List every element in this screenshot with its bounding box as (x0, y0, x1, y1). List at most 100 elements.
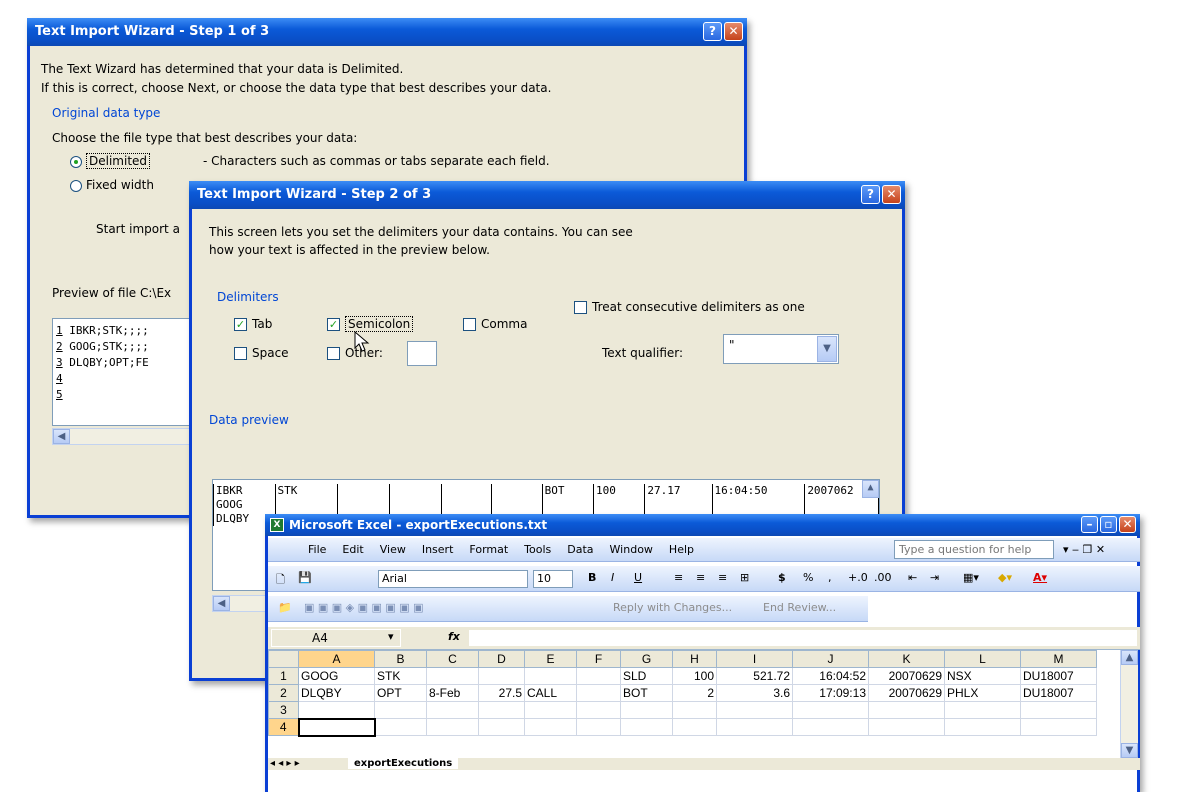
align-left-icon[interactable]: ≡ (674, 571, 683, 584)
column-header-c[interactable]: C (426, 650, 479, 668)
checkbox-empty-icon[interactable] (574, 301, 587, 314)
column-header-g[interactable]: G (620, 650, 673, 668)
preview-cell[interactable]: 16:04:50 (711, 484, 806, 498)
cell[interactable] (576, 718, 621, 736)
cell[interactable]: OPT (374, 684, 427, 702)
row-header[interactable]: 2 (268, 684, 299, 702)
step2-titlebar[interactable]: Text Import Wizard - Step 2 of 3 ? ✕ (189, 181, 905, 209)
close-icon[interactable]: ✕ (724, 22, 743, 41)
cell[interactable]: 17:09:13 (792, 684, 869, 702)
cell[interactable] (478, 718, 525, 736)
menu-item-file[interactable]: File (308, 543, 326, 556)
scroll-left-icon[interactable]: ◀ (213, 596, 230, 611)
cell[interactable]: BOT (620, 684, 673, 702)
cell[interactable] (868, 718, 945, 736)
cell[interactable] (374, 701, 427, 719)
cell[interactable] (576, 667, 621, 685)
decrease-indent-icon[interactable]: ⇤ (908, 571, 917, 584)
minimize-icon[interactable]: – (1081, 516, 1098, 533)
preview-cell[interactable] (441, 498, 493, 512)
checkbox-treat-consecutive[interactable]: Treat consecutive delimiters as one (574, 300, 805, 314)
font-color-icon[interactable]: A▾ (1033, 571, 1047, 584)
excel-vscrollbar[interactable]: ▲ ▼ (1120, 650, 1138, 758)
menu-item-tools[interactable]: Tools (524, 543, 551, 556)
row-header[interactable]: 3 (268, 701, 299, 719)
column-header-i[interactable]: I (716, 650, 793, 668)
underline-button[interactable]: U (634, 571, 642, 584)
name-box-dropdown-icon[interactable]: ▾ (388, 630, 394, 643)
cell[interactable] (524, 718, 577, 736)
step2-hscrollbar[interactable]: ◀ (212, 595, 272, 612)
preview-cell[interactable]: GOOG (213, 498, 276, 512)
column-header-b[interactable]: B (374, 650, 427, 668)
preview-cell[interactable] (337, 484, 391, 498)
preview-cell[interactable] (491, 498, 543, 512)
font-size-select[interactable]: 10 (533, 570, 573, 588)
menu-item-view[interactable]: View (380, 543, 406, 556)
preview-cell[interactable]: 100 (592, 484, 646, 498)
radio-on-icon[interactable] (70, 155, 82, 168)
row-header[interactable]: 4 (268, 718, 299, 736)
preview-cell[interactable] (337, 498, 391, 512)
italic-button[interactable]: I (611, 571, 614, 584)
cell[interactable] (426, 701, 479, 719)
menu-item-edit[interactable]: Edit (342, 543, 363, 556)
cell[interactable] (524, 667, 577, 685)
cell[interactable]: 8-Feb (426, 684, 479, 702)
scroll-up-icon[interactable]: ▲ (1121, 650, 1138, 665)
cell[interactable]: DU18007 (1020, 684, 1097, 702)
cell[interactable]: STK (374, 667, 427, 685)
menu-item-help[interactable]: Help (669, 543, 694, 556)
help-search-input[interactable]: Type a question for help (894, 540, 1054, 559)
menu-window-controls[interactable]: ▾ ‒ ❐ ✕ (1063, 543, 1105, 556)
cell[interactable] (426, 667, 479, 685)
menu-item-format[interactable]: Format (469, 543, 508, 556)
cell[interactable] (478, 667, 525, 685)
select-all-corner[interactable] (268, 650, 299, 668)
preview-cell[interactable]: BOT (541, 484, 594, 498)
cell[interactable]: 20070629 (868, 684, 945, 702)
column-header-d[interactable]: D (478, 650, 525, 668)
cell[interactable] (792, 701, 869, 719)
checkbox-comma[interactable]: Comma (463, 317, 527, 331)
cell[interactable]: 2 (672, 684, 717, 702)
function-icon[interactable]: fx (448, 630, 460, 643)
scroll-down-icon[interactable]: ▼ (1121, 743, 1138, 758)
column-header-f[interactable]: F (576, 650, 621, 668)
cell[interactable] (1020, 718, 1097, 736)
cell[interactable] (1020, 701, 1097, 719)
radio-delimited[interactable]: Delimited (70, 153, 151, 169)
cell[interactable] (672, 701, 717, 719)
decrease-decimal-icon[interactable]: .00 (874, 571, 892, 584)
folder-icon[interactable]: 📁 (278, 601, 292, 614)
close-icon[interactable]: ✕ (1119, 516, 1136, 533)
cell[interactable]: 3.6 (716, 684, 793, 702)
cell[interactable] (524, 701, 577, 719)
other-input[interactable] (407, 341, 437, 366)
scroll-left-icon[interactable]: ◀ (53, 429, 70, 444)
radio-fixed-width[interactable]: Fixed width (70, 178, 154, 192)
align-center-icon[interactable]: ≡ (696, 571, 705, 584)
excel-titlebar[interactable]: X Microsoft Excel - exportExecutions.txt… (265, 514, 1140, 536)
cell[interactable]: PHLX (944, 684, 1021, 702)
checkbox-space[interactable]: Space (234, 346, 289, 360)
sheet-tab[interactable]: exportExecutions (348, 758, 459, 769)
fill-color-icon[interactable]: ◆▾ (998, 571, 1012, 584)
cell[interactable] (298, 701, 375, 719)
merge-center-icon[interactable]: ⊞ (740, 571, 749, 584)
cell[interactable]: NSX (944, 667, 1021, 685)
align-right-icon[interactable]: ≡ (718, 571, 727, 584)
cell[interactable]: 20070629 (868, 667, 945, 685)
cell[interactable] (297, 717, 376, 737)
checkbox-tab[interactable]: ✓ Tab (234, 317, 272, 331)
preview-cell[interactable] (804, 498, 879, 512)
scroll-up-icon[interactable]: ▲ (862, 480, 879, 498)
bold-button[interactable]: B (588, 571, 596, 584)
cell[interactable]: 521.72 (716, 667, 793, 685)
column-header-m[interactable]: M (1020, 650, 1097, 668)
checkmark-icon[interactable]: ✓ (234, 318, 247, 331)
cell[interactable] (792, 718, 869, 736)
cell[interactable] (374, 718, 427, 736)
preview-cell[interactable] (274, 498, 339, 512)
checkbox-semicolon[interactable]: ✓ Semicolon (327, 316, 414, 332)
